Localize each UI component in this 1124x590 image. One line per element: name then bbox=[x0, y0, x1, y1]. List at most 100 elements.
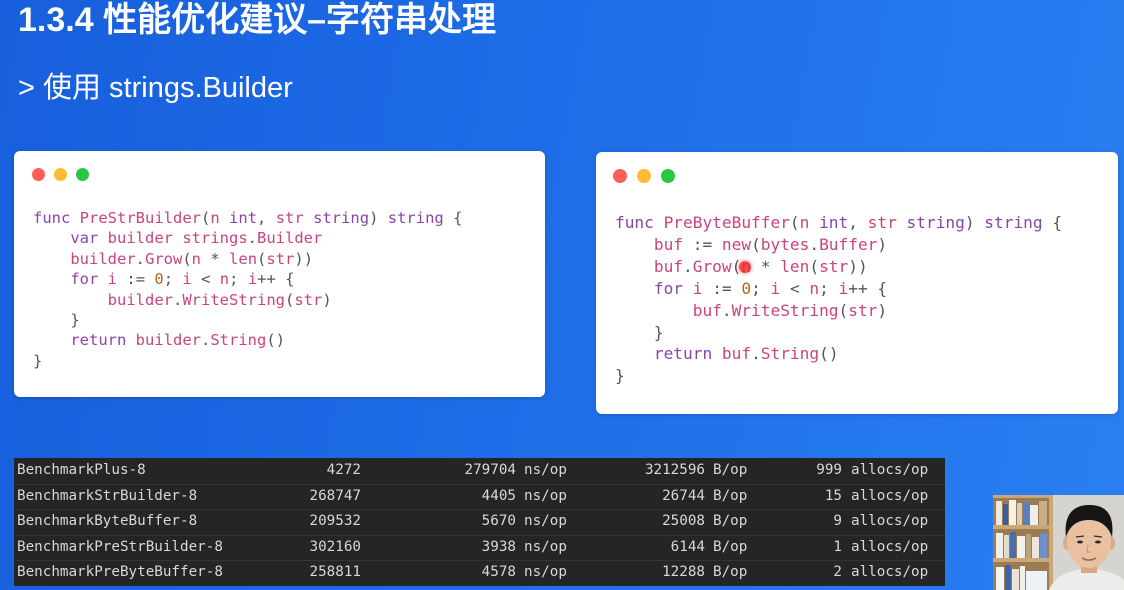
bookshelf bbox=[993, 495, 1053, 590]
code-token: buf bbox=[653, 234, 684, 254]
code-token: for bbox=[653, 278, 684, 298]
benchmark-name: BenchmarkPreByteBuffer-8 bbox=[17, 564, 223, 581]
code-token: . bbox=[683, 256, 693, 276]
code-token: builder bbox=[135, 331, 201, 350]
code-token: := bbox=[712, 278, 732, 298]
benchmark-bytes-unit: B/op bbox=[713, 538, 748, 555]
webcam-frame bbox=[993, 495, 1124, 590]
code-token: ( bbox=[751, 234, 761, 254]
code-token: 0 bbox=[154, 270, 164, 289]
code-token: ) bbox=[877, 234, 888, 254]
code-token: } bbox=[33, 351, 43, 370]
code-token: := bbox=[692, 234, 713, 254]
benchmark-iterations: 302160 bbox=[309, 538, 361, 555]
zoom-dot-icon bbox=[661, 169, 675, 183]
code-token: strings bbox=[182, 229, 248, 248]
code-token: n bbox=[210, 209, 220, 227]
benchmark-bytes-unit: B/op bbox=[713, 487, 748, 504]
code-token: for bbox=[70, 270, 99, 289]
code-token: return bbox=[70, 331, 127, 350]
code-line: } bbox=[615, 322, 1062, 344]
code-token: ; bbox=[751, 278, 761, 298]
code-token: ) bbox=[877, 300, 888, 320]
code-token: ; bbox=[163, 270, 174, 289]
code-token: String bbox=[760, 344, 820, 364]
code-token: n bbox=[219, 270, 230, 289]
code-token: ) bbox=[369, 209, 379, 227]
benchmark-ns-unit: ns/op bbox=[524, 538, 567, 555]
benchmark-row: BenchmarkPreByteBuffer-8 258811 4578 ns/op 1… bbox=[14, 560, 945, 586]
code-token: n bbox=[799, 213, 810, 232]
code-token: i bbox=[770, 278, 781, 298]
code-line: } bbox=[33, 351, 462, 371]
benchmark-name: BenchmarkPreStrBuilder-8 bbox=[17, 538, 223, 555]
zoom-dot-icon bbox=[76, 168, 89, 181]
code-token: ) bbox=[828, 344, 839, 364]
benchmark-allocs-unit: allocs/op bbox=[851, 564, 929, 581]
code-token: ( bbox=[266, 331, 276, 350]
benchmark-iterations: 209532 bbox=[309, 513, 361, 530]
code-token: func bbox=[33, 209, 71, 227]
benchmark-bytes-unit: B/op bbox=[713, 513, 748, 530]
code-line: buf := new(bytes.Buffer) bbox=[615, 234, 1062, 256]
code-token: return bbox=[653, 344, 713, 364]
benchmark-allocs-per-op: 1 bbox=[833, 538, 842, 555]
code-token: i bbox=[692, 278, 703, 298]
benchmark-ns-unit: ns/op bbox=[524, 462, 567, 478]
code-token: { bbox=[453, 209, 463, 227]
benchmark-ns-unit: ns/op bbox=[524, 513, 567, 530]
code-token: i bbox=[247, 270, 258, 289]
code-token: str bbox=[848, 300, 878, 320]
benchmark-bytes-per-op: 26744 bbox=[662, 487, 705, 504]
benchmark-bytes-per-op: 25008 bbox=[662, 513, 705, 530]
benchmark-allocs-unit: allocs/op bbox=[851, 487, 929, 504]
code-line: buf.WriteString(str) bbox=[615, 300, 1062, 322]
code-line: } bbox=[615, 365, 1062, 387]
code-line: func PreByteBuffer(n int, str string) st… bbox=[615, 212, 1062, 234]
code-token: str bbox=[266, 249, 295, 268]
code-token: * bbox=[760, 256, 771, 276]
code-token: . bbox=[809, 234, 820, 254]
code-token: ) bbox=[857, 256, 868, 276]
benchmark-ns-unit: ns/op bbox=[524, 564, 567, 581]
code-token: . bbox=[135, 249, 145, 268]
code-token: { bbox=[285, 270, 295, 289]
code-token: String bbox=[210, 331, 267, 350]
code-token: str bbox=[867, 213, 897, 232]
code-token: } bbox=[653, 322, 664, 342]
code-line: builder.Grow(n * len(str)) bbox=[33, 249, 462, 269]
code-token: str bbox=[819, 256, 849, 276]
benchmark-bytes-unit: B/op bbox=[713, 564, 748, 581]
code-token: ( bbox=[257, 249, 267, 268]
code-token: string bbox=[906, 213, 965, 232]
code-token: bytes bbox=[760, 234, 810, 254]
code-token: buf bbox=[721, 344, 752, 364]
code-line: for i := 0; i < n; i++ { bbox=[615, 278, 1062, 300]
code-token: 0 bbox=[741, 278, 752, 298]
code-token: ; bbox=[229, 270, 239, 289]
code-token: builder bbox=[107, 290, 173, 309]
code-token: i bbox=[107, 270, 118, 289]
benchmark-row: BenchmarkPreStrBuilder-8 302160 3938 ns/op 6… bbox=[14, 535, 945, 561]
benchmark-row: BenchmarkStrBuilder-8 268747 4405 ns/op 2674… bbox=[14, 484, 945, 510]
slide: 1.3.4 性能优化建议–字符串处理 > 使用 strings.Builder … bbox=[0, 0, 1124, 590]
benchmark-allocs-per-op: 2 bbox=[833, 564, 842, 581]
code-token: WriteString bbox=[731, 300, 839, 320]
benchmark-bytes-per-op: 6144 bbox=[670, 538, 705, 555]
benchmark-bytes-unit: B/op bbox=[713, 462, 748, 478]
benchmark-ns-per-op: 5670 bbox=[481, 513, 516, 530]
code-token: ) bbox=[964, 213, 975, 232]
benchmark-ns-per-op: 3938 bbox=[481, 538, 516, 555]
benchmark-iterations: 268747 bbox=[309, 487, 361, 504]
benchmark-ns-per-op: 4578 bbox=[481, 564, 516, 581]
benchmark-bytes-per-op: 3212596 bbox=[644, 462, 705, 478]
code-token: < bbox=[789, 278, 800, 298]
code-token: ( bbox=[182, 249, 192, 268]
code-token: , bbox=[257, 209, 267, 227]
code-token: i bbox=[838, 278, 849, 298]
code-token: ) bbox=[848, 256, 858, 276]
close-dot-icon bbox=[32, 168, 45, 181]
code-token: str bbox=[294, 290, 323, 309]
code-token: builder bbox=[70, 249, 136, 268]
code-token: len bbox=[780, 256, 810, 276]
